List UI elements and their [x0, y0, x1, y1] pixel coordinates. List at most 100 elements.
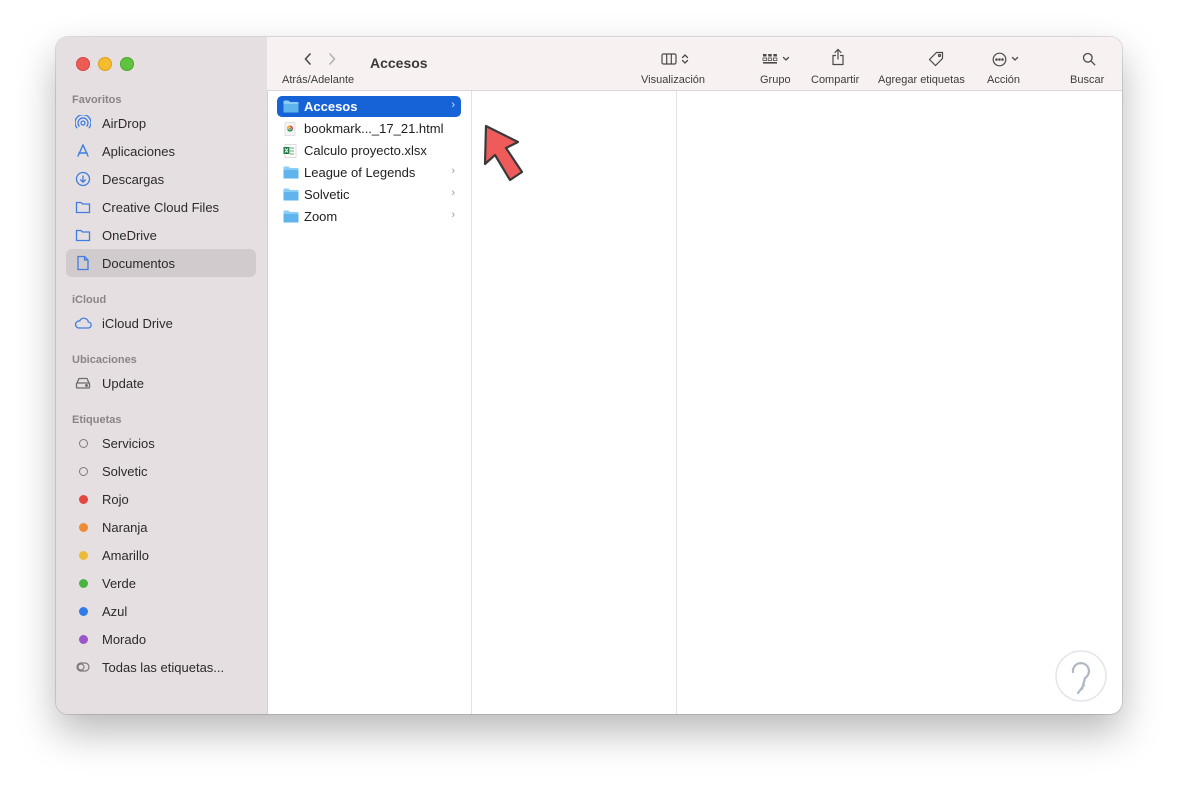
watermark-logo: [1054, 649, 1108, 708]
sidebar-item-onedrive[interactable]: OneDrive: [66, 221, 256, 249]
sidebar-tag-solvetic[interactable]: Solvetic: [66, 457, 256, 485]
chevron-right-icon: ›: [451, 187, 455, 199]
sidebar-item-label: Documentos: [102, 255, 175, 271]
cloud-icon: [74, 314, 92, 332]
yellow-tag-dot-icon: [74, 546, 92, 564]
minimize-button[interactable]: [98, 57, 112, 71]
sidebar-item-label: Servicios: [102, 435, 155, 451]
group-label: Grupo: [760, 74, 791, 86]
sidebar-item-descargas[interactable]: Descargas: [66, 165, 256, 193]
share-label: Compartir: [811, 74, 860, 86]
sidebar-item-update[interactable]: Update: [66, 369, 256, 397]
sidebar-section-etiquetas: Etiquetas: [72, 414, 122, 426]
file-name: League of Legends: [304, 165, 416, 180]
file-name: Zoom: [304, 209, 338, 224]
airdrop-icon: [74, 114, 92, 132]
purple-tag-dot-icon: [74, 630, 92, 648]
finder-window: Favoritos AirDrop Aplicaciones Descargas…: [56, 37, 1122, 714]
sidebar-section-favorites: Favoritos: [72, 94, 122, 106]
downloads-icon: [74, 170, 92, 188]
sidebar-item-label: Descargas: [102, 171, 165, 187]
file-row-accesos[interactable]: Accesos ›: [277, 96, 461, 117]
zoom-button[interactable]: [120, 57, 134, 71]
file-name: Solvetic: [304, 187, 350, 202]
toolbar: Atrás/Adelante Accesos Visualización Gru…: [267, 37, 1122, 91]
sidebar-item-label: Amarillo: [102, 547, 149, 563]
document-icon: [74, 254, 92, 272]
sidebar-item-label: Rojo: [102, 491, 129, 507]
chevron-right-icon: ›: [451, 209, 455, 221]
file-name: bookmark..._17_21.html: [304, 121, 444, 136]
sidebar-section-icloud: iCloud: [72, 294, 107, 306]
sidebar-item-label: Verde: [102, 575, 136, 591]
folder-icon: [74, 198, 92, 216]
sidebar-item-airdrop[interactable]: AirDrop: [66, 109, 256, 137]
close-button[interactable]: [76, 57, 90, 71]
tag-button[interactable]: [928, 51, 944, 67]
tag-circle-icon: [74, 434, 92, 452]
group-button[interactable]: [762, 51, 790, 67]
sidebar-tag-verde[interactable]: Verde: [66, 569, 256, 597]
sidebar-item-label: Todas las etiquetas...: [102, 659, 225, 675]
chrome-html-icon: [283, 121, 299, 136]
sidebar-item-label: Update: [102, 375, 144, 391]
sidebar-item-label: Creative Cloud Files: [102, 199, 220, 215]
sidebar-tag-rojo[interactable]: Rojo: [66, 485, 256, 513]
back-button[interactable]: [303, 51, 313, 67]
forward-button[interactable]: [327, 51, 337, 67]
drive-icon: [74, 374, 92, 392]
sidebar-item-aplicaciones[interactable]: Aplicaciones: [66, 137, 256, 165]
share-button[interactable]: [831, 48, 845, 66]
sidebar-item-label: AirDrop: [102, 115, 147, 131]
sidebar-item-documentos[interactable]: Documentos: [66, 249, 256, 277]
window-title: Accesos: [370, 55, 428, 71]
search-button[interactable]: [1082, 51, 1096, 67]
sidebar-tag-all[interactable]: Todas las etiquetas...: [66, 653, 256, 681]
folder-icon: [283, 188, 299, 202]
blue-tag-dot-icon: [74, 602, 92, 620]
sidebar-tag-azul[interactable]: Azul: [66, 597, 256, 625]
file-row-calculo-proyecto[interactable]: Calculo proyecto.xlsx: [277, 140, 461, 161]
all-tags-icon: [74, 658, 92, 676]
tag-circle-icon: [74, 462, 92, 480]
green-tag-dot-icon: [74, 574, 92, 592]
applications-icon: [74, 142, 92, 160]
window-controls: [76, 57, 134, 71]
file-name: Calculo proyecto.xlsx: [304, 143, 427, 158]
sidebar: Favoritos AirDrop Aplicaciones Descargas…: [56, 37, 268, 714]
excel-file-icon: [283, 143, 299, 158]
sidebar-tag-amarillo[interactable]: Amarillo: [66, 541, 256, 569]
sidebar-section-ubicaciones: Ubicaciones: [72, 354, 137, 366]
orange-tag-dot-icon: [74, 518, 92, 536]
sidebar-tag-naranja[interactable]: Naranja: [66, 513, 256, 541]
nav-label: Atrás/Adelante: [282, 74, 355, 86]
chevron-right-icon: ›: [451, 99, 455, 111]
file-row-league-of-legends[interactable]: League of Legends ›: [277, 162, 461, 183]
folder-icon: [74, 226, 92, 244]
sidebar-item-label: Aplicaciones: [102, 143, 175, 159]
view-button[interactable]: [661, 51, 689, 67]
browser-column-1: Accesos › bookmark..._17_21.html Calculo…: [267, 91, 472, 714]
file-row-solvetic[interactable]: Solvetic ›: [277, 184, 461, 205]
chevron-right-icon: ›: [451, 165, 455, 177]
search-label: Buscar: [1070, 74, 1105, 86]
file-name: Accesos: [304, 99, 358, 114]
sidebar-tag-morado[interactable]: Morado: [66, 625, 256, 653]
sidebar-item-label: Solvetic: [102, 463, 148, 479]
annotation-arrow-icon: [468, 120, 528, 191]
sidebar-item-label: iCloud Drive: [102, 315, 173, 331]
sidebar-item-icloud-drive[interactable]: iCloud Drive: [66, 309, 256, 337]
sidebar-item-label: Morado: [102, 631, 147, 647]
sidebar-tag-servicios[interactable]: Servicios: [66, 429, 256, 457]
file-row-zoom[interactable]: Zoom ›: [277, 206, 461, 227]
sidebar-item-creative-cloud-files[interactable]: Creative Cloud Files: [66, 193, 256, 221]
sidebar-item-label: Naranja: [102, 519, 148, 535]
file-row-bookmark[interactable]: bookmark..._17_21.html: [277, 118, 461, 139]
folder-icon: [283, 100, 299, 114]
view-label: Visualización: [641, 74, 706, 86]
action-button[interactable]: [992, 51, 1019, 67]
action-label: Acción: [987, 74, 1021, 86]
tags-label: Agregar etiquetas: [878, 74, 965, 86]
folder-icon: [283, 210, 299, 224]
folder-icon: [283, 166, 299, 180]
